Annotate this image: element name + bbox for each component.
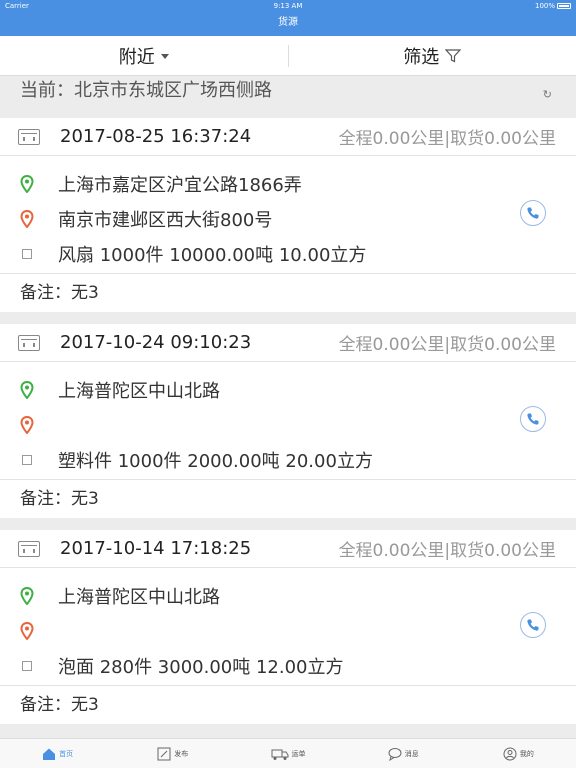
tab-profile[interactable]: 我的 [461, 739, 576, 768]
card-date: 2017-10-14 17:18:25 [60, 538, 252, 559]
nav-bar: 货源 [0, 12, 576, 36]
nearby-label: 附近 [118, 46, 155, 68]
cargo-card[interactable]: 2017-10-24 09:10:23 全程0.00公里|取货0.00公里 上海… [0, 324, 576, 518]
tab-label: 首页 [59, 749, 74, 758]
battery-indicator: 100% [535, 2, 571, 10]
cargo-card[interactable]: 2017-10-14 17:18:25 全程0.00公里|取货0.00公里 上海… [0, 530, 576, 724]
destination-address: 南京市建邺区西大街800号 [58, 210, 273, 231]
nearby-dropdown[interactable]: 附近 [0, 43, 288, 69]
goods-row: 塑料件 1000件 2000.00吨 20.00立方 [20, 446, 373, 474]
tab-label: 运单 [291, 749, 306, 758]
tab-bar: 首页 发布 运单 消息 我的 [0, 738, 576, 768]
origin-address: 上海市嘉定区沪宜公路1866弄 [58, 175, 302, 196]
calendar-icon [18, 334, 40, 351]
origin-address: 上海普陀区中山北路 [58, 381, 220, 402]
current-location-text: 当前：北京市东城区广场西侧路 [20, 80, 272, 101]
battery-icon [557, 3, 571, 9]
phone-call-button[interactable] [520, 612, 546, 638]
phone-call-button[interactable] [520, 200, 546, 226]
refresh-icon[interactable]: ↻ [543, 80, 552, 110]
tab-label: 发布 [174, 749, 189, 758]
tab-waybill[interactable]: 运单 [230, 739, 345, 768]
goods-info: 泡面 280件 3000.00吨 12.00立方 [58, 657, 344, 678]
destination-pin-icon [20, 622, 34, 640]
package-icon [22, 249, 32, 259]
cargo-card[interactable]: 2017-08-25 16:37:24 全程0.00公里|取货0.00公里 上海… [0, 118, 576, 312]
card-distance: 全程0.00公里|取货0.00公里 [338, 335, 556, 355]
card-distance: 全程0.00公里|取货0.00公里 [338, 129, 556, 149]
edit-icon [157, 747, 171, 760]
tab-label: 我的 [519, 749, 534, 758]
destination-row [20, 617, 58, 645]
calendar-icon [18, 540, 40, 557]
tab-publish[interactable]: 发布 [115, 739, 230, 768]
card-body: 上海普陀区中山北路 泡面 280件 3000.00吨 12.00立方 [0, 568, 576, 686]
caret-down-icon [160, 54, 169, 59]
chat-icon [388, 747, 402, 761]
package-icon [22, 661, 32, 671]
origin-pin-icon [20, 175, 34, 193]
current-location-bar: 当前：北京市东城区广场西侧路 ↻ [0, 76, 576, 118]
goods-info: 塑料件 1000件 2000.00吨 20.00立方 [58, 451, 373, 472]
card-note: 备注：无3 [20, 695, 99, 715]
phone-call-button[interactable] [520, 406, 546, 432]
home-icon [43, 748, 56, 760]
origin-row: 上海普陀区中山北路 [20, 582, 220, 610]
goods-row: 泡面 280件 3000.00吨 12.00立方 [20, 652, 344, 680]
destination-row [20, 411, 58, 439]
card-note: 备注：无3 [20, 283, 99, 303]
origin-address: 上海普陀区中山北路 [58, 587, 220, 608]
truck-icon [271, 749, 288, 760]
battery-percent: 100% [534, 2, 555, 10]
goods-info: 风扇 1000件 10000.00吨 10.00立方 [58, 245, 367, 266]
card-header: 2017-08-25 16:37:24 全程0.00公里|取货0.00公里 [0, 118, 576, 156]
status-time: 9:13 AM [273, 2, 303, 10]
tab-messages[interactable]: 消息 [346, 739, 461, 768]
page-title: 货源 [278, 17, 298, 28]
card-date: 2017-08-25 16:37:24 [60, 126, 252, 147]
card-header: 2017-10-24 09:10:23 全程0.00公里|取货0.00公里 [0, 324, 576, 362]
status-bar: Carrier 9:13 AM 100% [0, 0, 576, 12]
destination-row: 南京市建邺区西大街800号 [20, 205, 272, 233]
origin-row: 上海普陀区中山北路 [20, 376, 220, 404]
phone-icon [527, 207, 539, 219]
filter-bar: 附近 筛选 [0, 36, 576, 76]
user-icon [503, 747, 517, 760]
tab-home[interactable]: 首页 [0, 739, 115, 768]
origin-row: 上海市嘉定区沪宜公路1866弄 [20, 170, 302, 198]
card-distance: 全程0.00公里|取货0.00公里 [338, 541, 556, 561]
goods-row: 风扇 1000件 10000.00吨 10.00立方 [20, 240, 366, 268]
destination-pin-icon [20, 210, 34, 228]
filter-button[interactable]: 筛选 [289, 43, 576, 69]
phone-icon [527, 619, 539, 631]
origin-pin-icon [20, 587, 34, 605]
card-body: 上海普陀区中山北路 塑料件 1000件 2000.00吨 20.00立方 [0, 362, 576, 480]
filter-label: 筛选 [403, 46, 440, 68]
card-date: 2017-10-24 09:10:23 [60, 332, 252, 353]
phone-icon [527, 413, 539, 425]
calendar-icon [18, 128, 40, 145]
card-body: 上海市嘉定区沪宜公路1866弄 南京市建邺区西大街800号 风扇 1000件 1… [0, 156, 576, 274]
funnel-icon [445, 48, 462, 62]
tab-label: 消息 [404, 749, 419, 758]
card-header: 2017-10-14 17:18:25 全程0.00公里|取货0.00公里 [0, 530, 576, 568]
origin-pin-icon [20, 381, 34, 399]
destination-pin-icon [20, 416, 34, 434]
card-note: 备注：无3 [20, 489, 99, 509]
package-icon [22, 455, 32, 465]
